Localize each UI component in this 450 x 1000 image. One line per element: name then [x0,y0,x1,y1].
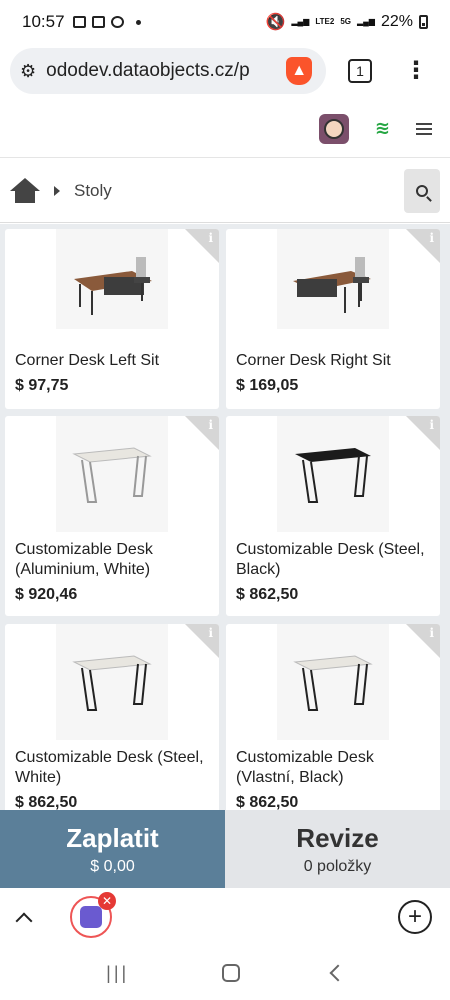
pay-button[interactable]: Zaplatit $ 0,00 [0,810,225,888]
product-name: Corner Desk Right Sit [236,352,391,369]
product-image: i [5,624,219,740]
product-name: Customizable Desk (Vlastní, Black) [236,749,374,786]
browser-toolbar: ⚙ ododev.dataobjects.cz/p ▲ 1 ⋮ [0,46,450,96]
breadcrumb: Stoly [0,159,450,223]
product-price: $ 862,50 [15,794,78,810]
product-image: i [5,229,219,329]
home-icon[interactable] [10,177,40,204]
product-image: i [226,624,440,740]
search-button[interactable] [404,168,440,213]
browser-menu-icon[interactable]: ⋮ [404,59,428,83]
review-button[interactable]: Revize 0 položky [225,810,450,888]
status-bar: 10:57 🔇 ▂▄▆ LTE2 5G ▂▄▆ 22% [0,0,450,44]
tab-switcher-button[interactable]: 1 [348,59,372,83]
product-card[interactable]: i Customizable Desk (Steel, White) $ 862… [5,624,219,810]
browser-bottom-bar: ✕ + [0,888,450,946]
info-icon[interactable]: i [429,418,434,432]
volte-icon: LTE2 [315,17,335,26]
info-flag[interactable] [406,416,440,450]
action-bar: Zaplatit $ 0,00 Revize 0 položky [0,810,450,888]
battery-icon [419,15,428,29]
product-grid: i Corner Desk Left Sit $ 97,75 i Corner … [0,224,450,810]
info-flag[interactable] [185,229,219,263]
product-card[interactable]: i Customizable Desk (Vlastní, Black) $ 8… [226,624,440,810]
info-flag[interactable] [406,624,440,658]
app-icon [80,906,102,928]
info-icon[interactable]: i [208,231,213,245]
recent-apps-icon[interactable]: ||| [106,963,129,984]
home-button-icon[interactable] [221,964,240,982]
product-image: i [5,416,219,532]
info-flag[interactable] [406,229,440,263]
product-image: i [226,416,440,532]
5g-icon: 5G [340,17,351,26]
product-price: $ 862,50 [236,586,299,603]
clock: 10:57 [22,12,65,31]
product-card[interactable]: i Corner Desk Right Sit $ 169,05 [226,229,440,409]
breadcrumb-separator-icon [54,185,60,196]
pay-label: Zaplatit [66,822,159,853]
pay-amount: $ 0,00 [90,857,135,875]
signal-strength-icon: ▂▄▆ [356,17,375,26]
product-image: i [226,229,440,329]
product-price: $ 169,05 [236,377,299,394]
more-notifications-icon [135,19,141,25]
product-name: Customizable Desk (Aluminium, White) [15,541,153,578]
facebook-notification-icon [110,16,124,28]
back-icon[interactable] [329,964,347,982]
product-name: Corner Desk Left Sit [15,352,160,369]
product-price: $ 97,75 [15,377,69,394]
user-avatar[interactable] [318,113,349,144]
product-name: Customizable Desk (Steel, White) [15,749,204,786]
breadcrumb-category[interactable]: Stoly [74,181,112,201]
review-count: 0 položky [303,857,372,875]
close-icon[interactable]: ✕ [98,892,116,910]
mute-icon: 🔇 [265,14,286,31]
product-card[interactable]: i Customizable Desk (Steel, Black) $ 862… [226,416,440,616]
info-icon[interactable]: i [208,626,213,640]
info-icon[interactable]: i [429,626,434,640]
brave-shields-icon[interactable]: ▲ [286,57,313,85]
product-price: $ 920,46 [15,586,78,603]
info-flag[interactable] [185,624,219,658]
battery-percent: 22% [380,13,413,30]
product-card[interactable]: i Customizable Desk (Aluminium, White) $… [5,416,219,616]
info-icon[interactable]: i [208,418,213,432]
new-tab-button[interactable]: + [398,900,432,934]
product-price: $ 862,50 [236,794,299,810]
search-icon [416,184,428,197]
site-settings-icon[interactable]: ⚙ [20,61,36,82]
info-flag[interactable] [185,416,219,450]
address-bar[interactable]: ⚙ ododev.dataobjects.cz/p ▲ [10,48,326,94]
online-status-icon: ≋ [374,118,390,138]
gallery-notification-icon [72,16,86,28]
hamburger-menu-icon[interactable] [416,122,432,135]
review-label: Revize [296,822,379,853]
pwa-tab-button[interactable]: ✕ [70,892,116,938]
app-header: ≋ [0,100,450,158]
system-nav-bar: ||| [0,946,450,1000]
info-icon[interactable]: i [429,231,434,245]
screenshot-notification-icon [91,16,105,28]
chevron-up-icon[interactable] [15,912,33,930]
product-card[interactable]: i Corner Desk Left Sit $ 97,75 [5,229,219,409]
product-name: Customizable Desk (Steel, Black) [236,541,425,578]
signal-icon: ▂▄▆ [291,17,310,26]
url-text[interactable]: ododev.dataobjects.cz/p [46,60,276,82]
avatar-face-icon [323,118,344,139]
